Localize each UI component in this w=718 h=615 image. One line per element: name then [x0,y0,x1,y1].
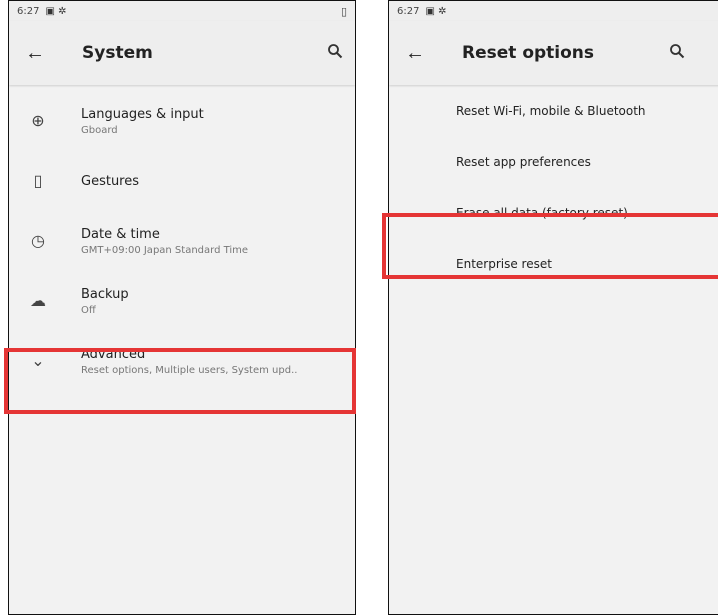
item-title: Gestures [81,173,140,189]
back-arrow-icon[interactable]: ← [25,42,49,65]
list-item-languages-input[interactable]: ⊕ Languages & input Gboard [9,91,355,151]
page-title: Reset options [462,43,595,63]
item-title: Date & time [81,226,160,242]
gesture-phone-icon: ▯ [33,173,43,190]
status-time: 6:27 [17,5,40,17]
search-icon[interactable] [327,43,343,63]
screenshot-canvas: 6:27 ▣ ✲ ▯ ← System ⊕ Languages & input … [0,0,718,615]
list-item-gestures[interactable]: ▯ Gestures [9,151,355,211]
clock-icon: ◷ [31,233,45,250]
list-item-reset-app-preferences[interactable]: Reset app preferences [389,136,718,187]
reset-options-list: Reset Wi-Fi, mobile & Bluetooth Reset ap… [389,85,718,289]
item-title: Advanced [81,346,146,362]
item-summary: Reset options, Multiple users, System up… [81,364,298,376]
notification-icons: ▣ ✲ [45,5,67,17]
settings-list: ⊕ Languages & input Gboard ▯ Gestures ◷ … [9,85,355,391]
battery-icon: ▯ [340,4,347,18]
chevron-down-icon: ⌄ [31,353,45,370]
page-title: System [82,43,153,63]
status-bar: 6:27 ▣ ✲ ▯ [9,1,355,21]
status-time: 6:27 [397,5,420,17]
list-item-date-time[interactable]: ◷ Date & time GMT+09:00 Japan Standard T… [9,211,355,271]
status-bar: 6:27 ▣ ✲ [389,1,718,21]
globe-icon: ⊕ [31,113,45,130]
search-icon[interactable] [669,43,685,63]
search-glyph [328,44,343,59]
list-item-advanced[interactable]: ⌄ Advanced Reset options, Multiple users… [9,331,355,391]
item-summary: Gboard [81,124,118,136]
item-summary: Off [81,304,96,316]
item-summary: GMT+09:00 Japan Standard Time [81,244,249,256]
app-bar: ← Reset options [389,21,718,85]
app-bar: ← System [9,21,355,85]
system-settings-screen: 6:27 ▣ ✲ ▯ ← System ⊕ Languages & input … [8,0,356,615]
cloud-upload-icon: ☁ [30,293,46,310]
list-item-reset-network[interactable]: Reset Wi-Fi, mobile & Bluetooth [389,85,718,136]
item-title: Languages & input [81,106,204,122]
list-item-factory-reset[interactable]: Erase all data (factory reset) [389,187,718,238]
notification-icons: ▣ ✲ [425,5,447,17]
list-item-backup[interactable]: ☁ Backup Off [9,271,355,331]
reset-options-screen: 6:27 ▣ ✲ ← Reset options Reset Wi-Fi, mo… [388,0,718,615]
list-item-enterprise-reset[interactable]: Enterprise reset [389,238,718,289]
item-title: Backup [81,286,129,302]
back-arrow-icon[interactable]: ← [405,42,429,65]
search-glyph [670,44,685,59]
